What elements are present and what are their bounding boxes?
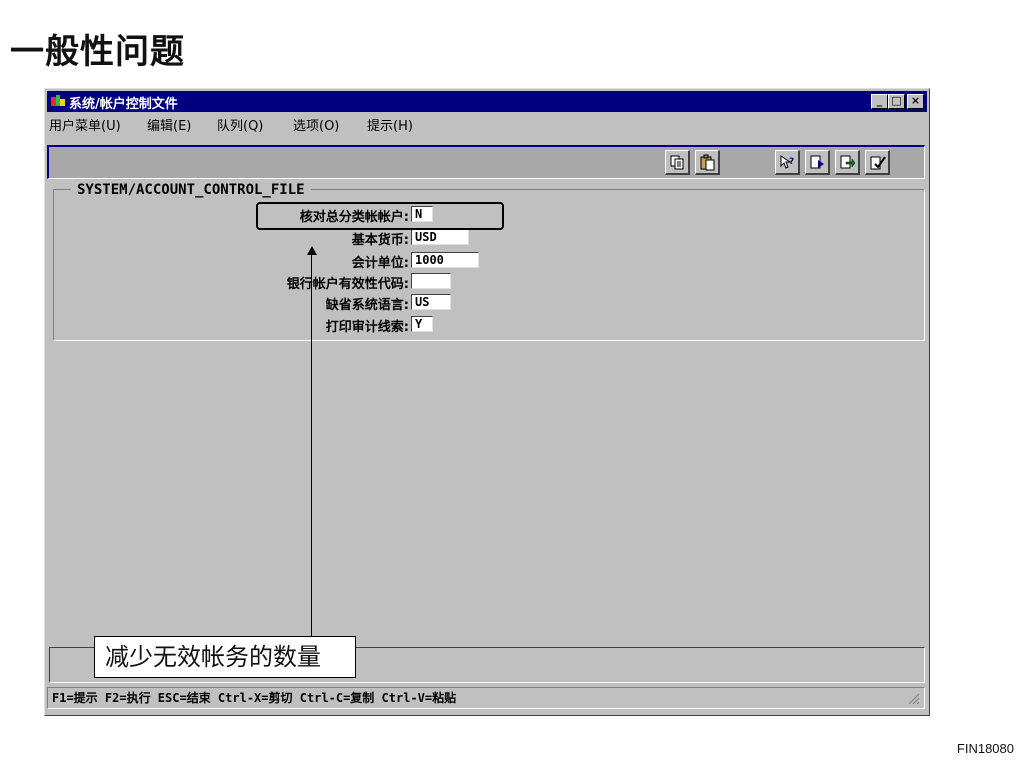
- accounting-unit-label: 会计单位:: [351, 256, 409, 271]
- menubar: 用户菜单(U) 编辑(E) 队列(Q) 选项(O) 提示(H): [47, 113, 927, 134]
- menu-options[interactable]: 选项(O): [293, 115, 339, 134]
- prompt-button[interactable]: [805, 150, 830, 175]
- paste-button[interactable]: [695, 150, 720, 175]
- callout-arrow: [311, 252, 312, 636]
- app-icon: [51, 95, 65, 106]
- group-legend: SYSTEM/ACCOUNT_CONTROL_FILE: [71, 182, 311, 198]
- status-text: F1=提示 F2=执行 ESC=结束 Ctrl-X=剪切 Ctrl-C=复制 C…: [52, 691, 457, 705]
- audit-trail-field[interactable]: Y: [411, 316, 433, 332]
- slide-code: FIN18080: [956, 741, 1014, 756]
- insert-button[interactable]: [835, 150, 860, 175]
- minimize-button[interactable]: _: [871, 94, 888, 109]
- slide-title: 一般性问题: [10, 32, 185, 72]
- menu-edit[interactable]: 编辑(E): [147, 115, 191, 134]
- callout-annotation: 减少无效帐务的数量: [94, 636, 356, 678]
- paste-icon: [700, 154, 715, 171]
- help-pointer-icon: ?: [780, 155, 794, 169]
- application-window: 系统/帐户控制文件 _ □ × 用户菜单(U) 编辑(E) 队列(Q) 选项(O…: [44, 88, 930, 716]
- resize-grip-icon[interactable]: [906, 691, 920, 705]
- menu-help[interactable]: 提示(H): [367, 115, 413, 134]
- maximize-button[interactable]: □: [888, 94, 905, 109]
- menu-user-menu[interactable]: 用户菜单(U): [49, 115, 121, 134]
- prompt-icon: [810, 155, 824, 169]
- menu-queue[interactable]: 队列(Q): [217, 115, 263, 134]
- execute-button[interactable]: [865, 150, 890, 175]
- svg-text:?: ?: [789, 157, 794, 167]
- highlight-rectangle: [256, 202, 504, 230]
- base-currency-label: 基本货币:: [351, 233, 409, 248]
- close-button[interactable]: ×: [907, 94, 924, 109]
- window-titlebar[interactable]: 系统/帐户控制文件 _ □ ×: [47, 91, 927, 112]
- copy-button[interactable]: [665, 150, 690, 175]
- arrow-head: [307, 246, 317, 255]
- toolbar: ?: [47, 145, 925, 179]
- status-bar: F1=提示 F2=执行 ESC=结束 Ctrl-X=剪切 Ctrl-C=复制 C…: [47, 687, 925, 709]
- accounting-unit-field[interactable]: 1000: [411, 252, 479, 268]
- execute-icon: [870, 156, 886, 170]
- insert-icon: [840, 155, 856, 169]
- default-language-field[interactable]: US: [411, 294, 451, 310]
- default-language-label: 缺省系统语言:: [325, 298, 409, 313]
- window-title: 系统/帐户控制文件: [69, 97, 178, 112]
- audit-trail-label: 打印审计线索:: [325, 320, 409, 335]
- bank-validity-code-field[interactable]: [411, 273, 451, 289]
- help-pointer-button[interactable]: ?: [775, 150, 800, 175]
- copy-icon: [670, 155, 684, 170]
- base-currency-field[interactable]: USD: [411, 229, 469, 245]
- bank-validity-code-label: 银行帐户有效性代码:: [286, 277, 409, 292]
